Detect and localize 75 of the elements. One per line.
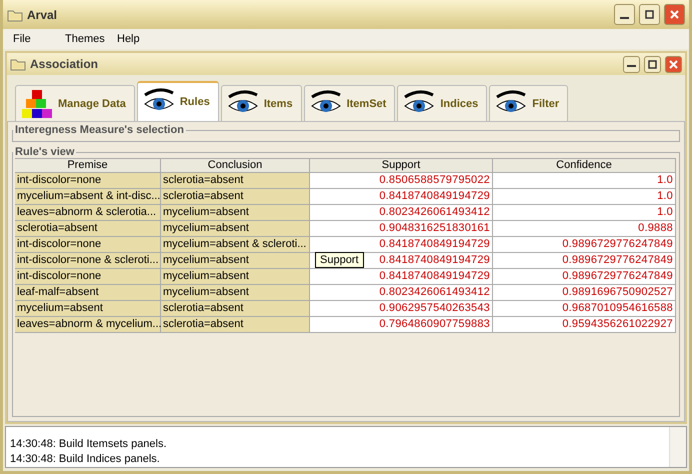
table-cell: 0.8418740849194729 — [310, 189, 493, 205]
table-cell: int-discolor=none — [15, 173, 161, 189]
close-icon — [670, 10, 679, 19]
table-cell: mycelium=absent — [161, 253, 310, 269]
minimize-icon — [627, 64, 636, 66]
table-cell: 0.8418740849194729 — [310, 237, 493, 253]
log-line: 14:30:48: Build Indices panels. — [10, 452, 161, 467]
column-header[interactable]: Support — [310, 158, 493, 173]
table-cell: 0.9594356261022927 — [493, 317, 676, 333]
minimize-button[interactable] — [623, 56, 640, 72]
table-cell: mycelium=absent — [161, 205, 310, 221]
tab[interactable]: Indices — [397, 85, 488, 121]
table-cell: 0.9687010954616588 — [493, 301, 676, 317]
tab[interactable]: Manage Data — [15, 85, 135, 121]
table-cell: sclerotia=absent — [15, 221, 161, 237]
menu-item[interactable]: Help — [113, 33, 165, 45]
close-button[interactable] — [665, 56, 682, 72]
table-cell: 0.8506588579795022 — [310, 173, 493, 189]
tab[interactable]: Filter — [489, 85, 568, 121]
table-cell: 0.8418740849194729 — [310, 269, 493, 285]
maximize-icon — [648, 60, 657, 68]
scrollbar[interactable] — [669, 427, 686, 467]
table-cell: 1.0 — [493, 173, 676, 189]
table-cell: 0.8023426061493412 — [310, 205, 493, 221]
table-cell: leaves=abnorm & sclerotia... — [15, 205, 161, 221]
maximize-icon — [645, 10, 654, 19]
table-cell: leaves=abnorm & mycelium... — [15, 317, 161, 333]
minimize-icon — [620, 17, 629, 19]
table-cell: mycelium=absent — [161, 285, 310, 301]
table-cell: mycelium=absent & scleroti... — [161, 237, 310, 253]
folder-icon — [10, 57, 26, 71]
table-cell: mycelium=absent — [161, 269, 310, 285]
table-cell: int-discolor=none & scleroti... — [15, 253, 161, 269]
table-cell: 0.9896729776247849 — [493, 269, 676, 285]
menu-item[interactable]: File — [9, 33, 61, 45]
table-cell: sclerotia=absent — [161, 317, 310, 333]
table-cell: mycelium=absent — [161, 221, 310, 237]
table-cell: int-discolor=none — [15, 269, 161, 285]
tab[interactable]: ItemSet — [304, 85, 396, 121]
column-header[interactable]: Confidence — [493, 158, 676, 173]
table-cell: mycelium=absent — [15, 301, 161, 317]
table-cell: 0.8023426061493412 — [310, 285, 493, 301]
table-cell: 0.9896729776247849 — [493, 237, 676, 253]
table-cell: 0.9888 — [493, 221, 676, 237]
folder-icon — [7, 8, 23, 22]
table-cell: 0.7964860907759883 — [310, 317, 493, 333]
table-cell: mycelium=absent & int-disc... — [15, 189, 161, 205]
log-line: 14:30:48: Build Itemsets panels. — [10, 437, 168, 452]
window-title: Arval — [27, 8, 58, 22]
table-cell: leaf-malf=absent — [15, 285, 161, 301]
maximize-button[interactable] — [644, 56, 661, 72]
minimize-button[interactable] — [614, 4, 635, 25]
tooltip: Support — [315, 252, 364, 268]
table-cell: 1.0 — [493, 189, 676, 205]
table-cell: sclerotia=absent — [161, 173, 310, 189]
blocks-icon — [20, 88, 54, 120]
panel-title: Rule's view — [14, 146, 76, 158]
table-cell: int-discolor=none — [15, 237, 161, 253]
close-button[interactable] — [664, 4, 685, 25]
column-header[interactable]: Conclusion — [161, 158, 310, 173]
table-cell: sclerotia=absent — [161, 301, 310, 317]
maximize-button[interactable] — [639, 4, 660, 25]
table-cell: 0.9048316251830161 — [310, 221, 493, 237]
column-header[interactable]: Premise — [15, 158, 161, 173]
tab[interactable]: Items — [220, 85, 302, 121]
panel-title: Interegness Measure's selection — [14, 124, 185, 136]
menu-item[interactable]: Themes — [61, 33, 113, 45]
frame-title: Association — [30, 57, 100, 71]
close-icon — [669, 60, 678, 68]
table-cell: 0.9891696750902527 — [493, 285, 676, 301]
tab[interactable]: Rules — [136, 81, 219, 121]
table-cell: 0.9062957540263543 — [310, 301, 493, 317]
table-cell: sclerotia=absent — [161, 189, 310, 205]
table-cell: 0.9896729776247849 — [493, 253, 676, 269]
table-cell: 1.0 — [493, 205, 676, 221]
